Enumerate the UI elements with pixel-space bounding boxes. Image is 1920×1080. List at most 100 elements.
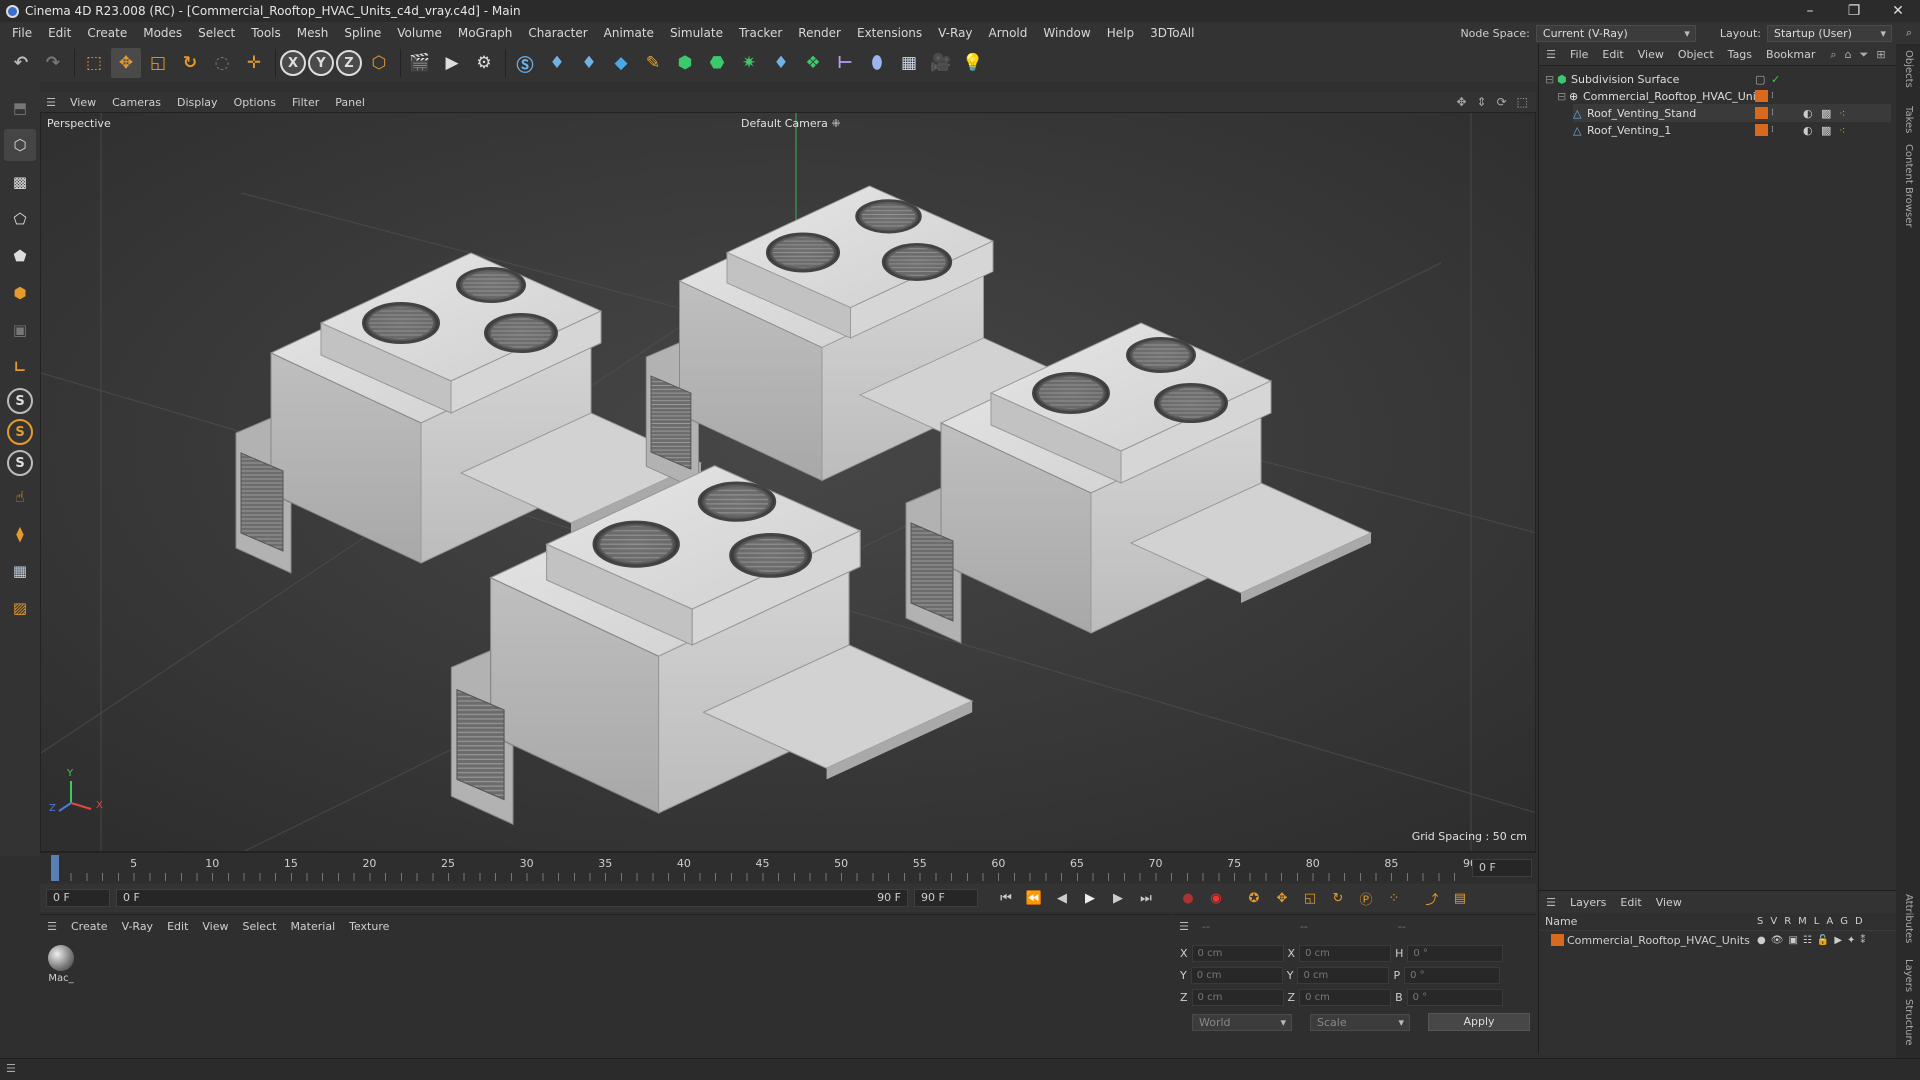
object-menu-bookmarks[interactable]: Bookmar (1759, 48, 1822, 61)
layer-menu-edit[interactable]: Edit (1613, 896, 1648, 909)
tab-layers[interactable]: Layers (1903, 959, 1914, 992)
model-mode-icon[interactable]: ⬡ (4, 129, 36, 161)
uvw-tag-icon[interactable]: ▩ (1821, 124, 1831, 137)
undo-icon[interactable]: ↶ (6, 48, 36, 78)
menu-mograph[interactable]: MoGraph (450, 26, 521, 40)
menu-animate[interactable]: Animate (596, 26, 662, 40)
close-button[interactable]: ✕ (1876, 0, 1920, 22)
position-y-field[interactable]: 0 cm (1190, 967, 1283, 984)
mograph-cloner-icon[interactable]: ✷ (734, 48, 764, 78)
menu-create[interactable]: Create (79, 26, 135, 40)
render-view-icon[interactable]: 🎬 (405, 48, 435, 78)
play-icon[interactable]: ▶ (1078, 886, 1102, 910)
collapse-icon[interactable]: ⊟ (1545, 73, 1557, 86)
previous-frame-icon[interactable]: ◀ (1050, 886, 1074, 910)
menu-3dtoall[interactable]: 3DToAll (1142, 26, 1202, 40)
motion-system-icon[interactable]: ⤴ (1420, 886, 1444, 910)
viewport-menu-cameras[interactable]: Cameras (104, 96, 169, 109)
object-row-roof-venting-stand[interactable]: △ Roof_Venting_Stand ⁞ ◐ ▩ ⁖ (1573, 104, 1891, 122)
redo-icon[interactable]: ↷ (38, 48, 68, 78)
3d-viewport[interactable]: Perspective Default Camera ⁜ Grid Spacin… (40, 112, 1536, 852)
object-menu-view[interactable]: View (1631, 48, 1671, 61)
menu-window[interactable]: Window (1035, 26, 1098, 40)
position-x-field[interactable]: 0 cm (1191, 945, 1284, 962)
minimize-button[interactable]: – (1788, 0, 1832, 22)
transform-tool-icon[interactable]: ✛ (239, 48, 269, 78)
layer-solo-icon[interactable]: ● (1757, 935, 1766, 946)
viewport-menu-panel[interactable]: Panel (327, 96, 373, 109)
recent-tool-icon[interactable]: ◌ (207, 48, 237, 78)
current-frame-field[interactable]: 0 F (1472, 859, 1532, 877)
go-to-end-icon[interactable]: ⏭ (1134, 886, 1158, 910)
coord-panel-menu-icon[interactable]: ☰ (1172, 920, 1196, 933)
material-tag-icon[interactable]: ◐ (1803, 107, 1813, 120)
key-position-icon[interactable]: ✥ (1270, 886, 1294, 910)
position-z-field[interactable]: 0 cm (1191, 989, 1284, 1006)
coordinate-system-icon[interactable]: ⬡ (364, 48, 394, 78)
pen-spline-icon[interactable]: ✎ (638, 48, 668, 78)
next-frame-icon[interactable]: ▶ (1106, 886, 1130, 910)
layer-panel-menu-icon[interactable]: ☰ (1539, 896, 1563, 909)
menu-file[interactable]: File (4, 26, 40, 40)
phong-tag-icon[interactable]: ⁖ (1839, 124, 1845, 137)
z-axis-lock-icon[interactable]: Z (336, 50, 362, 76)
material-menu-create[interactable]: Create (64, 920, 115, 933)
python-script-icon[interactable]: ♦ (542, 48, 572, 78)
object-new-view-icon[interactable]: ⊞ (1876, 48, 1885, 61)
layer-lock-icon[interactable]: 🔓 (1817, 935, 1829, 946)
menu-select[interactable]: Select (190, 26, 243, 40)
material-menu-select[interactable]: Select (236, 920, 284, 933)
viewport-zoom-icon[interactable]: ⇕ (1477, 95, 1487, 109)
coord-size-mode-dropdown[interactable]: Scale (1310, 1013, 1410, 1031)
viewport-panel-menu-icon[interactable]: ☰ (40, 96, 62, 109)
node-space-dropdown[interactable]: Current (V-Ray) (1535, 24, 1696, 42)
object-menu-object[interactable]: Object (1671, 48, 1721, 61)
rotate-tool-icon[interactable]: ↻ (175, 48, 205, 78)
layer-deformer-icon[interactable]: ⁑ (1860, 935, 1865, 946)
end-frame-field[interactable]: 90 F (914, 889, 978, 907)
snap-settings-icon[interactable]: S (7, 419, 33, 445)
live-selection-icon[interactable]: ⬚ (79, 48, 109, 78)
object-panel-menu-icon[interactable]: ☰ (1539, 48, 1563, 61)
menu-help[interactable]: Help (1099, 26, 1142, 40)
material-menu-texture[interactable]: Texture (342, 920, 396, 933)
material-swatch[interactable]: Mac_ (44, 945, 78, 984)
layout-dropdown[interactable]: Startup (User) (1767, 24, 1892, 42)
vray-logo-icon[interactable]: Ⓢ (510, 48, 540, 78)
menu-mesh[interactable]: Mesh (289, 26, 337, 40)
viewport-maximize-icon[interactable]: ⬚ (1517, 95, 1528, 109)
menu-extensions[interactable]: Extensions (849, 26, 930, 40)
layer-toggle-icon[interactable]: ▢ (1755, 73, 1765, 86)
python-script-2-icon[interactable]: ♦ (574, 48, 604, 78)
material-menu-edit[interactable]: Edit (160, 920, 195, 933)
object-menu-edit[interactable]: Edit (1595, 48, 1630, 61)
viewport-menu-view[interactable]: View (62, 96, 104, 109)
playhead[interactable] (51, 855, 59, 881)
layer-animation-icon[interactable]: ▶ (1834, 935, 1842, 946)
layer-color-icon[interactable] (1755, 124, 1768, 136)
tab-objects[interactable]: Objects (1903, 50, 1914, 88)
key-rotation-icon[interactable]: ↻ (1326, 886, 1350, 910)
object-home-icon[interactable]: ⌂ (1845, 48, 1852, 61)
move-tool-icon[interactable]: ✥ (111, 48, 141, 78)
keyframe-selection-icon[interactable]: ✪ (1242, 886, 1266, 910)
object-row-subdivision-surface[interactable]: ⊟ ⬢ Subdivision Surface ▢ ✓ (1545, 70, 1891, 88)
object-menu-tags[interactable]: Tags (1721, 48, 1759, 61)
floor-icon[interactable]: ▦ (894, 48, 924, 78)
tab-content-browser[interactable]: Content Browser (1903, 144, 1914, 227)
layer-menu-view[interactable]: View (1649, 896, 1689, 909)
rotation-b-field[interactable]: 0 ° (1406, 989, 1503, 1006)
autokey-icon[interactable]: ◉ (1204, 886, 1228, 910)
key-scale-icon[interactable]: ◱ (1298, 886, 1322, 910)
frame-range-slider[interactable]: 0 F 90 F (116, 889, 908, 907)
layer-render-icon[interactable]: ▣ (1788, 935, 1797, 946)
points-mode-icon[interactable]: ⬠ (4, 203, 36, 235)
visibility-dots-icon[interactable]: ⁞ (1771, 91, 1774, 101)
edges-mode-icon[interactable]: ⬟ (4, 240, 36, 272)
menu-simulate[interactable]: Simulate (662, 26, 731, 40)
make-editable-icon[interactable]: ⬒ (4, 92, 36, 124)
menu-vray[interactable]: V-Ray (930, 26, 980, 40)
bend-deformer-icon[interactable]: ⊢ (830, 48, 860, 78)
material-tag-icon[interactable]: ◐ (1803, 124, 1813, 137)
object-filter-icon[interactable]: ⏷ (1860, 48, 1869, 62)
